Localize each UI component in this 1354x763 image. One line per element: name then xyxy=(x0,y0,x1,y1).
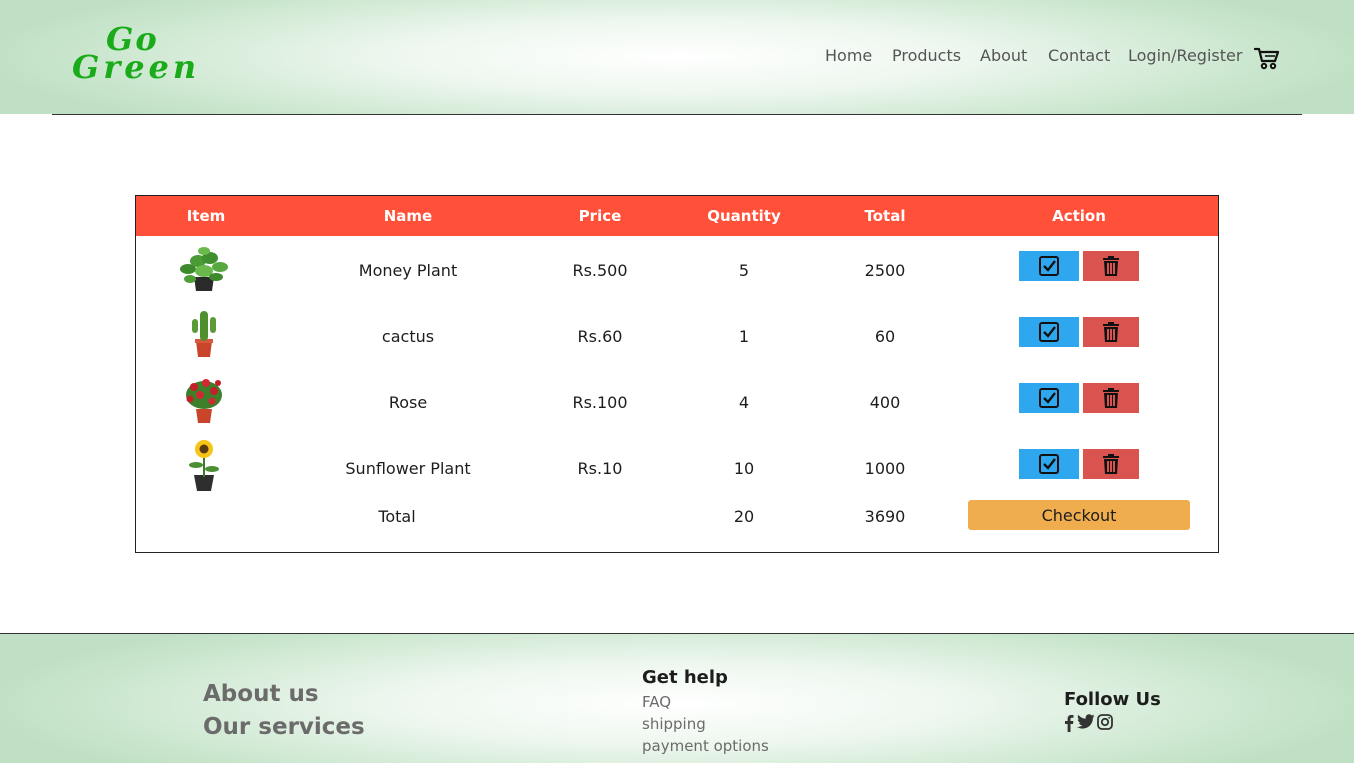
row-total: 400 xyxy=(869,393,901,412)
rose-image xyxy=(176,371,232,427)
row-name: cactus xyxy=(381,327,435,346)
confirm-button[interactable] xyxy=(1019,383,1079,413)
delete-button[interactable] xyxy=(1083,383,1139,413)
check-square-icon xyxy=(1039,388,1059,408)
footer-link-faq[interactable]: FAQ xyxy=(642,693,671,711)
confirm-button[interactable] xyxy=(1019,251,1079,281)
row-price: Rs.500 xyxy=(572,261,628,280)
header-price: Price xyxy=(578,207,622,225)
check-square-icon xyxy=(1039,256,1059,276)
twitter-icon[interactable] xyxy=(1077,714,1095,732)
check-square-icon xyxy=(1039,322,1059,342)
footer-follow-heading: Follow Us xyxy=(1064,689,1161,710)
cart-table: Item Name Price Quantity Total Action Mo… xyxy=(135,195,1219,553)
row-price: Rs.10 xyxy=(577,459,623,478)
confirm-button[interactable] xyxy=(1019,317,1079,347)
summary-label: Total xyxy=(378,507,416,526)
trash-icon xyxy=(1103,256,1119,276)
row-total: 2500 xyxy=(864,261,906,280)
brand-logo[interactable]: Go Green xyxy=(72,20,212,86)
header-divider xyxy=(52,114,1302,115)
summary-quantity: 20 xyxy=(733,507,755,526)
footer-link-payment-options[interactable]: payment options xyxy=(642,737,769,755)
row-total: 1000 xyxy=(864,459,906,478)
delete-button[interactable] xyxy=(1083,251,1139,281)
footer-our-services[interactable]: Our services xyxy=(203,714,365,740)
row-quantity: 1 xyxy=(738,327,750,346)
nav-login-register[interactable]: Login/Register xyxy=(1128,46,1242,68)
summary-total: 3690 xyxy=(864,507,906,526)
header-action: Action xyxy=(1052,207,1106,225)
row-name: Rose xyxy=(388,393,428,412)
header-item: Item xyxy=(186,207,226,225)
footer-link-shipping[interactable]: shipping xyxy=(642,715,706,733)
table-header: Item Name Price Quantity Total Action xyxy=(136,196,1218,236)
confirm-button[interactable] xyxy=(1019,449,1079,479)
trash-icon xyxy=(1103,322,1119,342)
trash-icon xyxy=(1103,388,1119,408)
row-name: Money Plant xyxy=(358,261,458,280)
cart-icon[interactable] xyxy=(1253,46,1280,70)
row-name: Sunflower Plant xyxy=(345,459,471,478)
header-total: Total xyxy=(864,207,906,225)
header-name: Name xyxy=(383,207,433,225)
nav-products[interactable]: Products xyxy=(892,46,961,68)
row-quantity: 5 xyxy=(738,261,750,280)
trash-icon xyxy=(1103,454,1119,474)
check-square-icon xyxy=(1039,454,1059,474)
delete-button[interactable] xyxy=(1083,449,1139,479)
row-price: Rs.60 xyxy=(577,327,623,346)
nav-home[interactable]: Home xyxy=(825,46,872,68)
logo-text-bottom: Green xyxy=(72,48,201,86)
row-quantity: 4 xyxy=(738,393,750,412)
site-footer: About us Our services Get help FAQ shipp… xyxy=(0,633,1354,763)
cactus-image xyxy=(176,305,232,361)
delete-button[interactable] xyxy=(1083,317,1139,347)
row-total: 60 xyxy=(874,327,896,346)
footer-about-us[interactable]: About us xyxy=(203,681,319,707)
instagram-icon[interactable] xyxy=(1097,714,1115,732)
nav-contact[interactable]: Contact xyxy=(1048,46,1110,68)
sunflower-image xyxy=(176,437,232,493)
header-quantity: Quantity xyxy=(707,207,781,225)
money-plant-image xyxy=(176,241,232,297)
footer-get-help-heading: Get help xyxy=(642,667,728,688)
row-quantity: 10 xyxy=(733,459,755,478)
row-price: Rs.100 xyxy=(572,393,628,412)
checkout-button[interactable]: Checkout xyxy=(968,500,1190,530)
site-header: Go Green Home Products About Contact Log… xyxy=(0,0,1354,114)
nav-about[interactable]: About xyxy=(980,46,1027,68)
